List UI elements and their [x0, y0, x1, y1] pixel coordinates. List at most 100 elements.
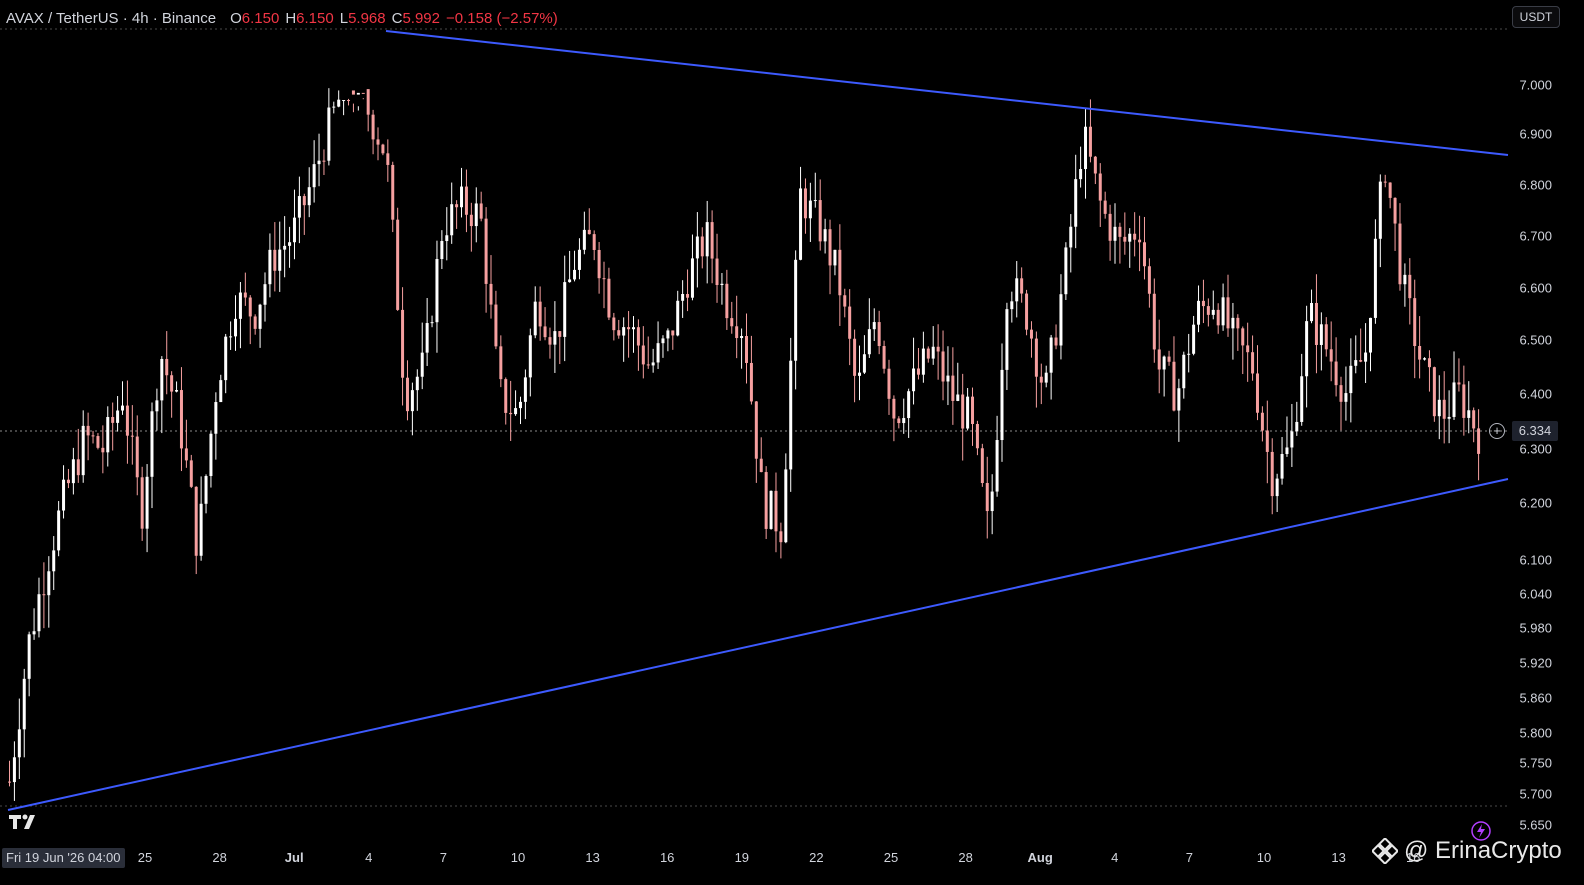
candle-body [951, 375, 955, 401]
tradingview-logo-icon[interactable] [8, 812, 40, 832]
time-tick: 7 [1185, 850, 1194, 865]
price-chart[interactable] [0, 0, 1584, 885]
candle-body [175, 390, 179, 392]
candle-body [1359, 360, 1363, 362]
candle-body [145, 476, 149, 529]
candle-body [1039, 376, 1043, 383]
time-tick: 28 [212, 850, 227, 865]
price-tick: 6.600 [1519, 280, 1552, 296]
candle-body [1128, 233, 1132, 242]
candle-body [1388, 182, 1392, 198]
time-tick: 22 [809, 850, 824, 865]
candle-body [1074, 179, 1078, 227]
candle-body [351, 90, 355, 95]
price-tick: 6.400 [1519, 386, 1552, 402]
watermark: @ ErinaCrypto [1372, 834, 1562, 868]
candle-body [445, 235, 449, 242]
candle-body [907, 391, 911, 419]
candle-body [243, 292, 247, 298]
candle-body [548, 337, 552, 345]
candle-body [995, 440, 999, 492]
candle-body [1177, 388, 1181, 411]
price-tick: 5.650 [1519, 817, 1552, 833]
candle-body [858, 372, 862, 376]
candle-body [985, 483, 989, 512]
candle-body [1142, 242, 1146, 267]
candle-body [179, 390, 183, 449]
candle-body [676, 300, 680, 336]
candle-body [327, 107, 331, 161]
candle-body [302, 196, 306, 206]
candle-body [155, 400, 159, 412]
candle-body [430, 322, 434, 324]
candle-body [81, 425, 85, 476]
candle-body [902, 418, 906, 424]
candle-body [1373, 238, 1377, 318]
candle-body [8, 781, 11, 783]
candle-body [700, 236, 704, 257]
candle-body [1088, 126, 1092, 157]
candle-body [1467, 410, 1471, 418]
candle-body [229, 336, 233, 338]
chart-area[interactable] [0, 0, 1584, 885]
candle-body [1025, 293, 1029, 330]
candle-body [435, 259, 439, 323]
candle-body [813, 200, 817, 202]
candle-body [799, 188, 803, 260]
candle-body [631, 327, 635, 330]
lower-trendline[interactable] [7, 478, 1509, 811]
candle-body [710, 222, 714, 259]
candle-body [1437, 399, 1441, 417]
add-alert-icon[interactable]: + [1489, 423, 1505, 439]
candle-body [1398, 223, 1402, 285]
change-value: −0.158 (−2.57%) [446, 9, 558, 27]
candle-body [1098, 173, 1102, 201]
candle-body [563, 282, 567, 337]
candle-body [730, 318, 734, 327]
candle-body [86, 425, 90, 436]
candle-body [1305, 321, 1309, 377]
candle-body [646, 364, 650, 366]
candle-body [1354, 360, 1358, 366]
candle-body [42, 594, 46, 596]
candle-body [1108, 213, 1112, 241]
candles [8, 88, 1481, 801]
candle-body [1000, 369, 1004, 441]
time-tick: Aug [1027, 850, 1053, 865]
candle-body [523, 377, 527, 402]
candle-body [288, 242, 292, 246]
cursor-date-label: Fri 19 Jun '26 04:00 [2, 848, 125, 868]
candle-body [1236, 317, 1240, 329]
candle-body [956, 394, 960, 401]
candle-body [160, 358, 164, 401]
candle-body [862, 354, 866, 373]
price-tick: 5.920 [1519, 655, 1552, 671]
candle-body [533, 301, 537, 336]
candle-body [1368, 317, 1372, 353]
candle-body [1118, 226, 1122, 237]
candle-body [170, 375, 174, 392]
candle-body [1049, 337, 1053, 373]
price-tick: 5.800 [1519, 725, 1552, 741]
candle-body [484, 218, 488, 284]
candle-body [587, 229, 591, 235]
symbol-title[interactable]: AVAX / TetherUS · 4h · Binance [6, 10, 216, 27]
symbol-legend: AVAX / TetherUS · 4h · Binance O 6.150 H6… [6, 8, 558, 28]
candle-body [401, 309, 405, 378]
upper-trendline[interactable] [385, 30, 1509, 156]
currency-button[interactable]: USDT [1512, 6, 1560, 28]
candle-body [361, 92, 365, 94]
candle-body [1275, 478, 1279, 497]
candle-body [297, 196, 301, 218]
candle-body [1226, 297, 1230, 329]
candle-body [356, 92, 360, 95]
candle-body [47, 571, 51, 596]
candle-body [494, 304, 498, 347]
candle-body [489, 283, 493, 305]
candle-body [975, 423, 979, 449]
candle-body [784, 469, 788, 543]
candle-body [479, 203, 483, 219]
candle-body [1255, 373, 1259, 413]
candle-body [877, 322, 881, 347]
candle-body [597, 249, 601, 279]
